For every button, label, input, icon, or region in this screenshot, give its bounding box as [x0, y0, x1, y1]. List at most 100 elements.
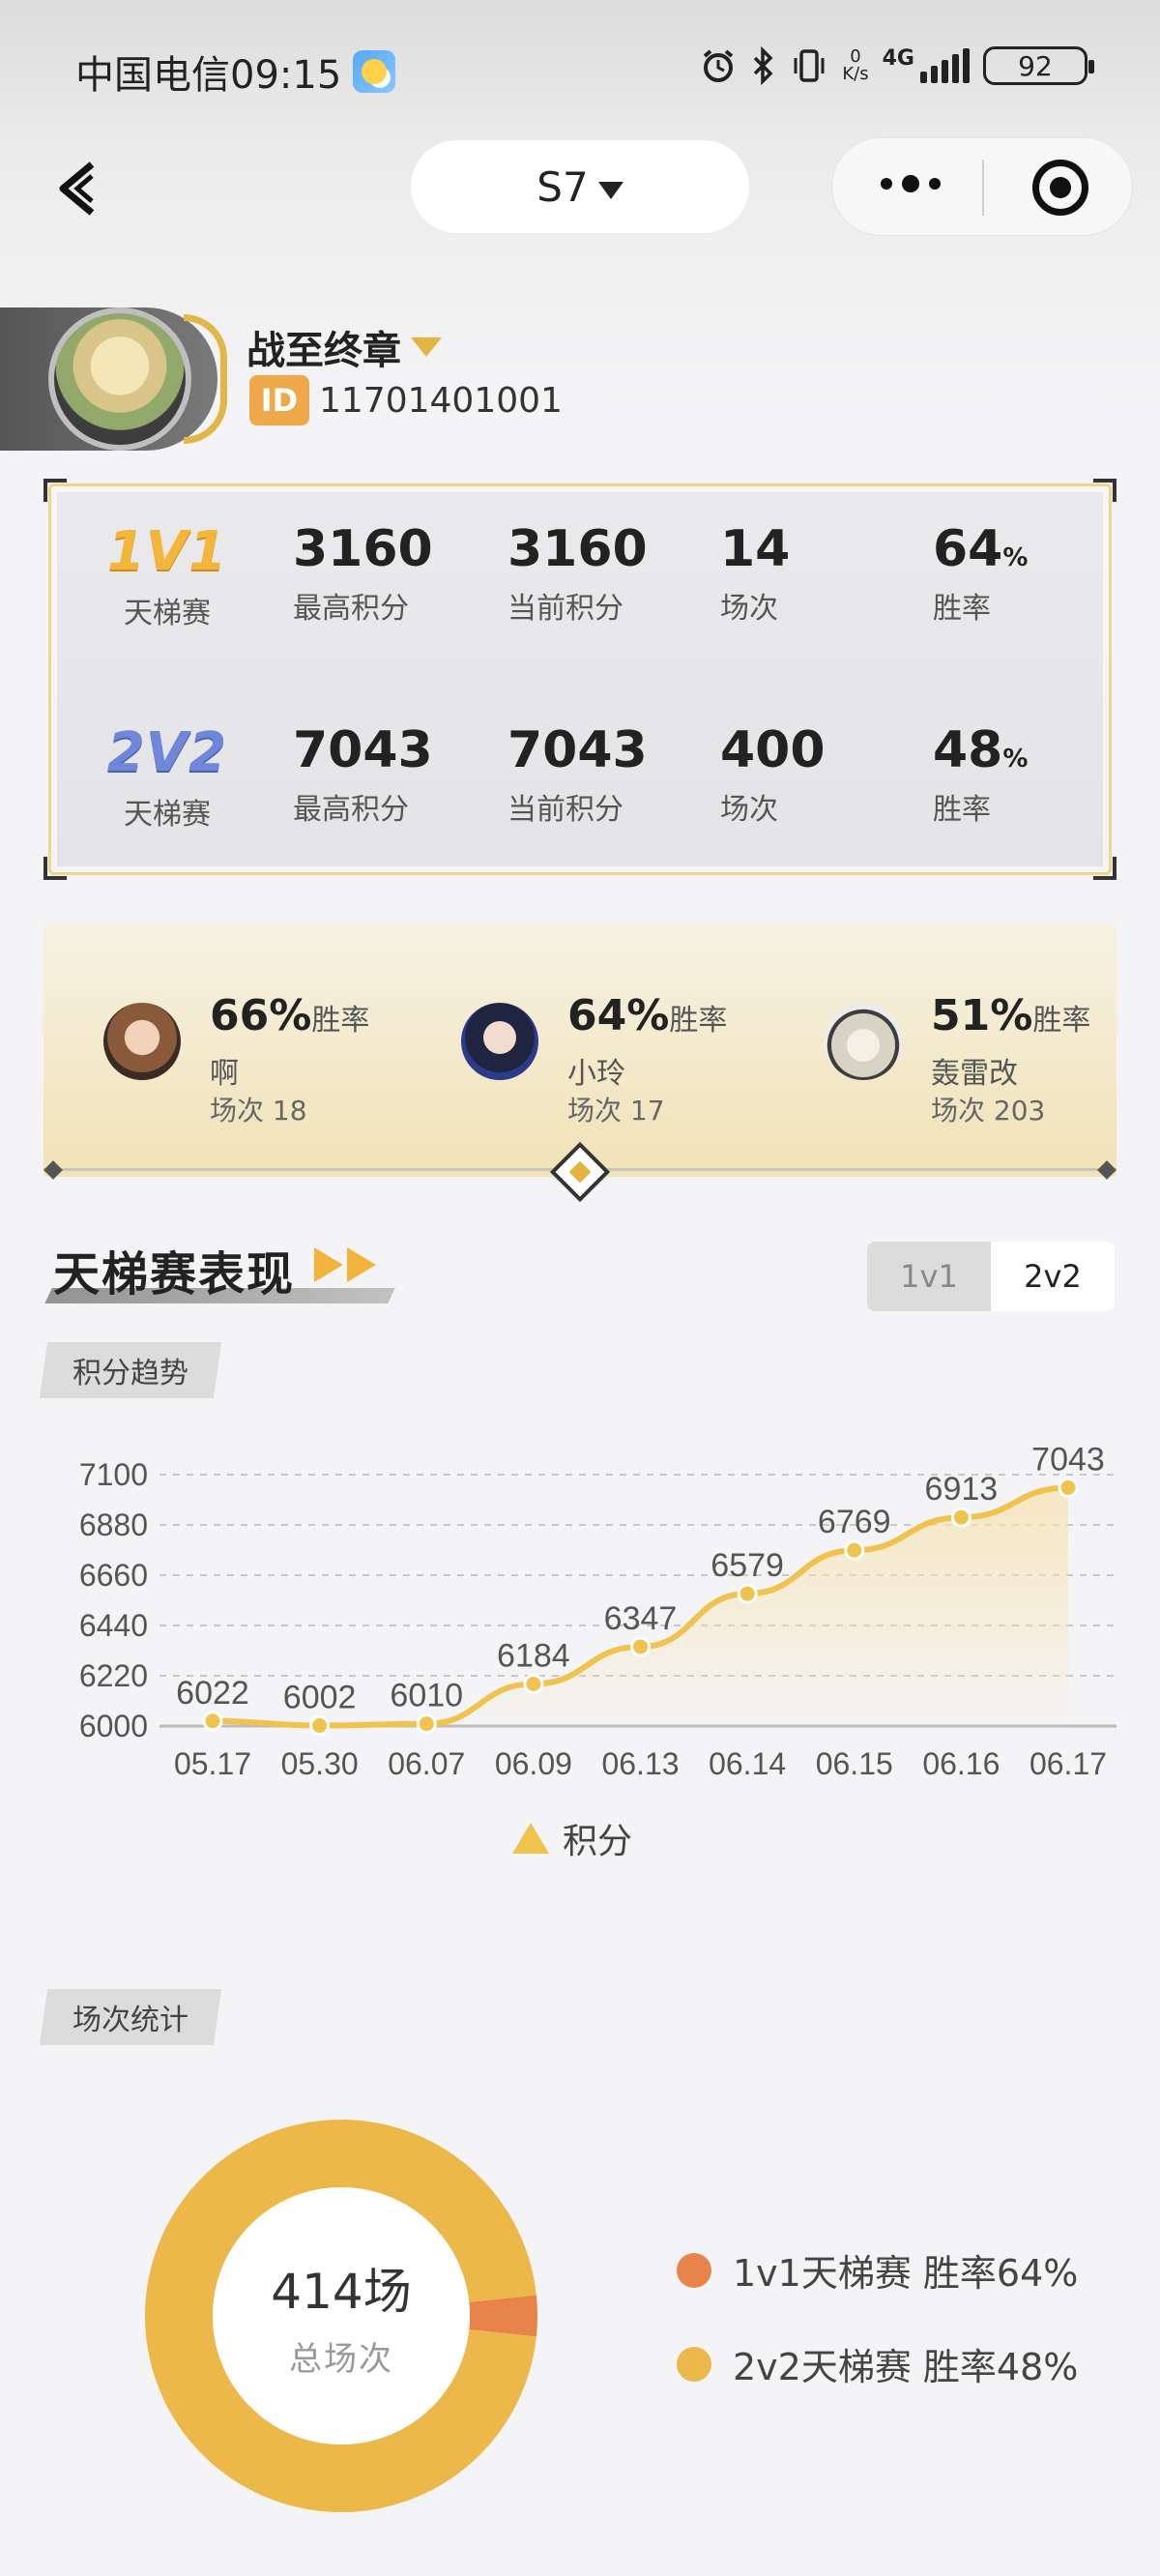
vibrate-icon: [794, 49, 825, 82]
score-trend-chart: 6000 6220 6440 6660 6880 7100 6022 05.17 6002 05.…: [79, 1441, 1116, 1781]
status-right: 0 K/s 4G 92: [699, 46, 1094, 85]
battery-indicator: 92: [983, 46, 1094, 85]
data-point: [523, 1674, 544, 1695]
corner-decoration: [44, 479, 67, 502]
legend-label: 积分: [563, 1822, 633, 1861]
avatar[interactable]: [48, 307, 191, 451]
current-score: 3160 当前积分: [508, 520, 648, 626]
total-matches-label: 总场次: [289, 2339, 393, 2379]
server-label: S7: [536, 162, 589, 211]
toggle-1v1[interactable]: 1v1: [867, 1242, 991, 1311]
hero-name: 啊: [210, 1057, 239, 1091]
donut-center: 414场 总场次: [213, 2187, 470, 2444]
hero-name: 轰雷改: [931, 1057, 1018, 1091]
chevron-down-icon: [411, 337, 442, 357]
signal-icon: 4G: [883, 48, 970, 83]
y-tick-label: 7100: [79, 1457, 148, 1492]
count-tag: 场次统计: [39, 1989, 222, 2045]
y-tick-label: 6220: [79, 1658, 148, 1693]
mode-logo: 1V1: [106, 520, 228, 583]
mode-2v2: 2V2 天梯赛: [104, 721, 230, 833]
x-tick-label: 05.17: [174, 1746, 251, 1781]
data-point: [309, 1715, 331, 1737]
legend-dot: [677, 2346, 711, 2382]
data-point: [844, 1539, 865, 1561]
user-id: ID 11701401001: [249, 375, 563, 425]
corner-decoration: [1093, 479, 1116, 502]
mode-logo: 2V2: [106, 721, 228, 784]
hero-match-count: 场次 18: [210, 1095, 307, 1127]
username[interactable]: 战至终章: [246, 319, 442, 375]
y-tick-label: 6660: [79, 1558, 148, 1593]
x-tick-label: 06.14: [709, 1746, 786, 1781]
data-label: 6579: [710, 1547, 784, 1584]
status-bar: 中国电信09:15 0 K/s 4G 92: [0, 0, 1160, 135]
legend-dot: [677, 2252, 711, 2288]
y-tick-label: 6440: [79, 1608, 148, 1643]
data-label: 6002: [283, 1680, 357, 1716]
data-label: 6010: [390, 1678, 463, 1714]
hero-avatar: [103, 1003, 181, 1080]
total-matches: 414场: [271, 2263, 412, 2320]
mode-toggle: 1v1 2v2: [867, 1242, 1115, 1311]
stats-row-2v2: 2V2 天梯赛 7043 最高积分 7043 当前积分 400 场次 48% 胜…: [51, 721, 1109, 866]
data-point: [737, 1583, 758, 1604]
match-count: 400 场次: [720, 721, 826, 827]
mode-1v1: 1V1 天梯赛: [104, 520, 230, 631]
data-point: [950, 1507, 972, 1528]
win-rate: 64% 胜率: [933, 520, 1029, 626]
data-point: [202, 1711, 223, 1732]
legend-item: 2v2天梯赛 胜率48%: [677, 2337, 1078, 2390]
max-score: 3160 最高积分: [293, 520, 433, 626]
data-point: [1058, 1477, 1079, 1498]
more-icon[interactable]: [881, 175, 941, 192]
data-label: 6913: [925, 1471, 999, 1508]
hero-match-count: 场次 17: [567, 1095, 665, 1127]
miniapp-capsule: [831, 137, 1133, 236]
server-selector[interactable]: S7: [411, 140, 749, 233]
donut-legend: 1v1天梯赛 胜率64% 2v2天梯赛 胜率48%: [677, 2243, 1078, 2431]
x-tick-label: 06.17: [1030, 1746, 1107, 1781]
data-label: 6347: [604, 1600, 678, 1637]
status-left: 中国电信09:15: [75, 44, 396, 100]
capsule-divider: [982, 160, 984, 216]
username-text: 战至终章: [246, 329, 401, 373]
y-tick-label: 6000: [79, 1709, 148, 1743]
data-point: [416, 1713, 437, 1735]
hero-name: 小玲: [567, 1057, 625, 1091]
x-tick-label: 06.15: [816, 1746, 893, 1781]
trend-tag: 积分趋势: [39, 1342, 222, 1398]
hero-match-count: 场次 203: [931, 1095, 1046, 1127]
data-point: [630, 1636, 651, 1657]
section-title: 天梯赛表现: [53, 1247, 296, 1302]
mode-sub: 天梯赛: [124, 597, 211, 630]
back-icon[interactable]: [53, 155, 102, 222]
carrier-time: 中国电信09:15: [75, 53, 342, 98]
current-score: 7043 当前积分: [508, 721, 648, 827]
net-speed: 0 K/s: [842, 46, 869, 84]
close-target-icon[interactable]: [1032, 160, 1088, 216]
mode-sub: 天梯赛: [124, 798, 211, 832]
x-tick-label: 06.13: [601, 1746, 679, 1781]
data-label: 6769: [818, 1504, 891, 1540]
match-count: 14 场次: [720, 520, 791, 626]
double-arrow-icon: [314, 1247, 376, 1282]
weather-icon: [353, 50, 396, 93]
x-tick-label: 06.07: [388, 1746, 465, 1781]
y-tick-label: 6880: [79, 1508, 148, 1542]
ladder-stats-card: 1V1 天梯赛 3160 最高积分 3160 当前积分 14 场次 64% 胜率…: [44, 479, 1116, 880]
avatar-ring: [184, 314, 227, 444]
x-tick-label: 06.09: [495, 1746, 572, 1781]
legend-item: 1v1天梯赛 胜率64%: [677, 2243, 1078, 2297]
user-id-value: 11701401001: [319, 380, 563, 421]
alarm-icon: [704, 49, 734, 82]
hero-avatar: [461, 1003, 538, 1080]
stats-row-1v1: 1V1 天梯赛 3160 最高积分 3160 当前积分 14 场次 64% 胜率: [51, 520, 1109, 665]
toggle-2v2[interactable]: 2v2: [991, 1242, 1115, 1311]
chevron-down-icon: [597, 182, 624, 199]
data-label: 6184: [497, 1638, 570, 1675]
max-score: 7043 最高积分: [293, 721, 433, 827]
chart-legend: 积分: [512, 1813, 632, 1863]
triangle-legend-icon: [512, 1823, 549, 1854]
bluetooth-icon: [754, 46, 773, 85]
